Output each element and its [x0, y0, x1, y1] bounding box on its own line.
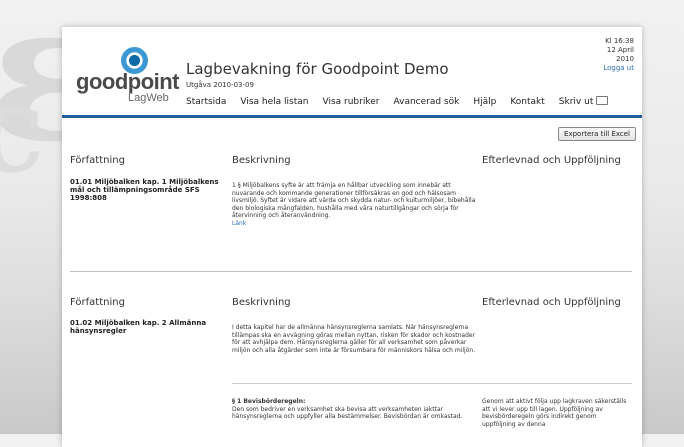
export-excel-button[interactable]: Exportera till Excel — [558, 127, 636, 141]
page-title: Lagbevakning för Goodpoint Demo — [186, 60, 449, 78]
paragraph-block: § 1 Bevisbörderegeln: Den som bedriver e… — [232, 398, 477, 421]
law-link[interactable]: Länk — [232, 220, 246, 227]
content-page: goodpoint LagWeb Lagbevakning för Goodpo… — [62, 27, 642, 447]
nav-kontakt[interactable]: Kontakt — [510, 97, 558, 107]
background-swirl-decoration-lower: c — [0, 59, 46, 200]
paragraph-title: § 1 Bevisbörderegeln: — [232, 398, 306, 405]
main-nav: Startsida Visa hela listan Visa rubriker… — [186, 96, 623, 107]
clock-time: Kl 16:38 — [605, 37, 634, 45]
nav-visa-hela-listan[interactable]: Visa hela listan — [240, 97, 322, 107]
column-header-description: Beskrivning — [232, 155, 291, 166]
logo-subtitle: LagWeb — [128, 92, 169, 104]
paragraph-text: Den som bedriver en verksamhet ska bevis… — [232, 405, 463, 421]
column-header-follow-up: Efterlevnad och Uppföljning — [482, 155, 621, 166]
entry-separator — [70, 271, 632, 272]
nav-hjalp[interactable]: Hjälp — [473, 97, 510, 107]
date-year: 2010 — [616, 55, 634, 63]
page-header: goodpoint LagWeb Lagbevakning för Goodpo… — [62, 27, 642, 145]
header-divider — [62, 115, 642, 118]
nav-avancerad-sok[interactable]: Avancerad sök — [393, 97, 473, 107]
column-header-follow-up: Efterlevnad och Uppföljning — [482, 297, 621, 308]
column-header-law: Författning — [70, 155, 125, 166]
goodpoint-logo[interactable]: goodpoint LagWeb — [76, 45, 180, 105]
column-header-description: Beskrivning — [232, 297, 291, 308]
subsection-separator — [232, 383, 632, 384]
description-text: 1 § Miljöbalkens syfte är att främja en … — [232, 182, 476, 219]
column-header-law: Författning — [70, 297, 125, 308]
law-title[interactable]: 01.02 Miljöbalken kap. 2 Allmänna hänsyn… — [70, 319, 220, 335]
edition-date: Utgåva 2010-03-09 — [186, 81, 254, 89]
date-day: 12 April — [606, 46, 634, 54]
follow-up-text: Genom att aktivt följa upp lagkraven säk… — [482, 398, 627, 428]
law-description: 1 § Miljöbalkens syfte är att främja en … — [232, 182, 477, 227]
session-info: Kl 16:38 12 April 2010 Logga ut — [603, 37, 634, 73]
nav-visa-rubriker[interactable]: Visa rubriker — [323, 97, 394, 107]
nav-skriv-ut[interactable]: Skriv ut — [558, 96, 623, 107]
law-description: I detta kapitel har de allmänna hänsynsr… — [232, 324, 476, 354]
logout-link[interactable]: Logga ut — [603, 64, 634, 73]
law-title[interactable]: 01.01 Miljöbalken kap. 1 Miljöbalkens må… — [70, 178, 220, 202]
printer-icon — [596, 96, 609, 105]
nav-startsida[interactable]: Startsida — [186, 97, 240, 107]
nav-skriv-ut-label: Skriv ut — [558, 97, 594, 107]
